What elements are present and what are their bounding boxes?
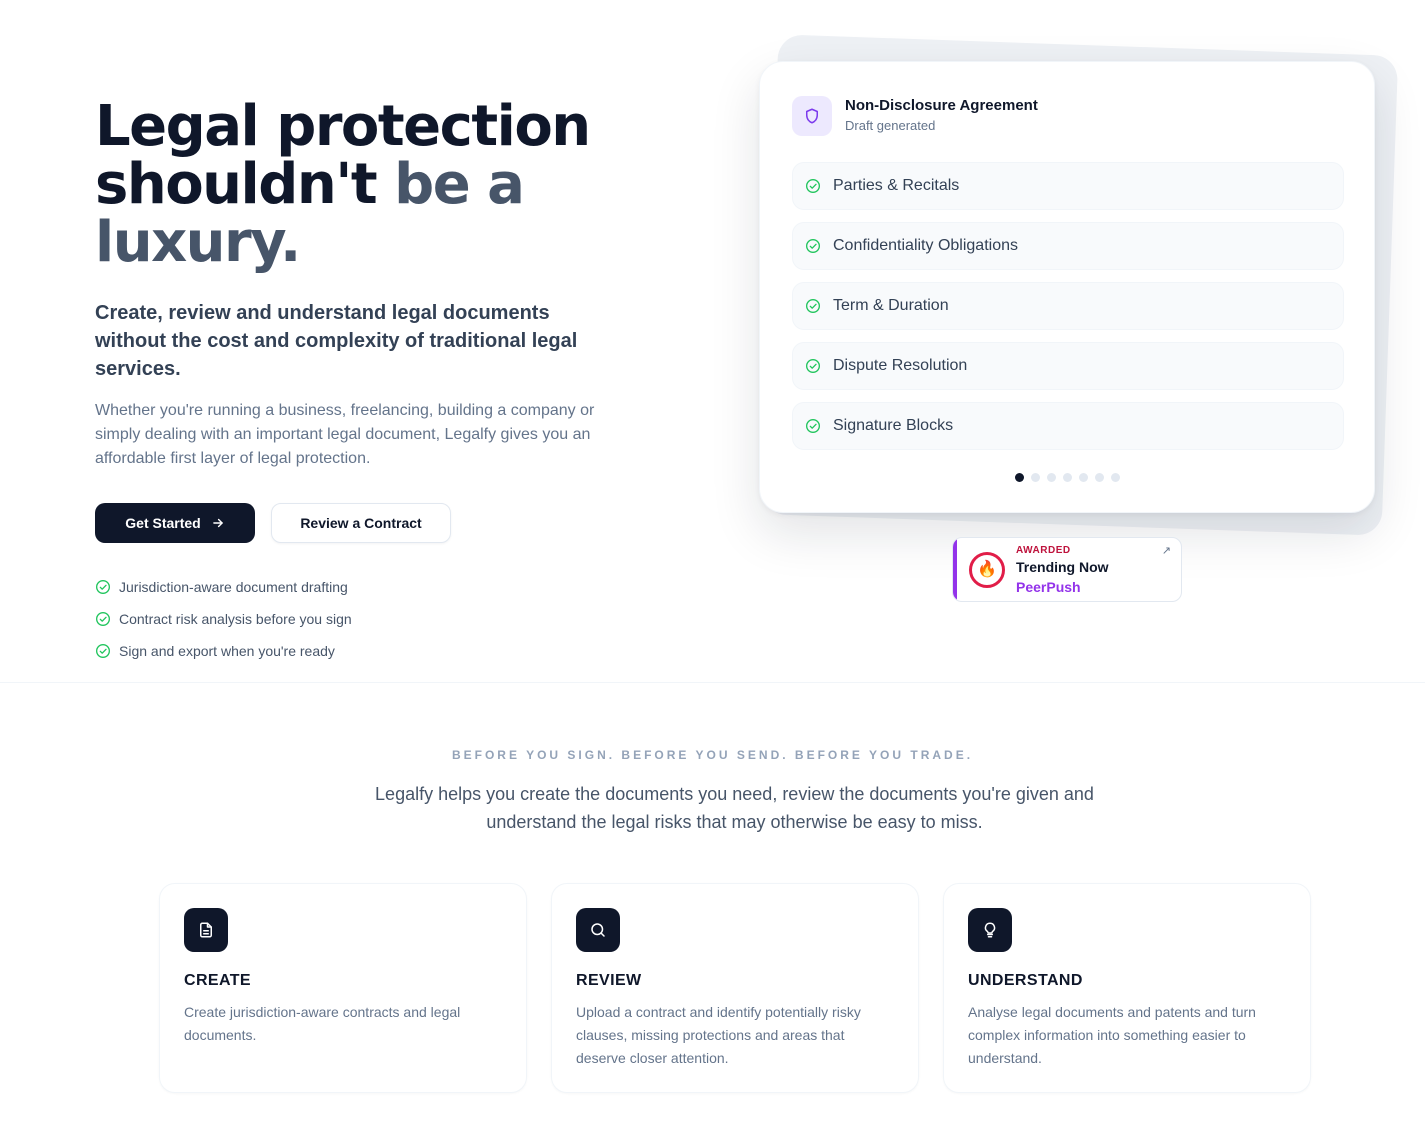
arrow-right-icon xyxy=(212,518,223,528)
check-circle-icon xyxy=(96,580,110,594)
feature-list: Jurisdiction-aware document drafting Con… xyxy=(95,577,735,661)
hero-subhead: Create, review and understand legal docu… xyxy=(95,302,578,380)
carousel-dot[interactable] xyxy=(1110,473,1120,482)
badge-title: Trending Now xyxy=(1016,559,1109,575)
section-item: Dispute Resolution xyxy=(792,342,1344,390)
feature-text: Contract risk analysis before you sign xyxy=(119,611,352,627)
feature-card-description: Upload a contract and identify potential… xyxy=(576,1004,861,1066)
hero-headline: Legal protection shouldn't be a luxury. xyxy=(95,98,735,272)
external-link-icon: ↗ xyxy=(1161,545,1171,557)
badge-label: AWARDED xyxy=(1016,545,1071,556)
check-circle-icon xyxy=(806,299,820,313)
shield-icon xyxy=(806,108,818,124)
hero-content: Legal protection shouldn't be a luxury. … xyxy=(95,98,735,661)
section-label: Confidentiality Obligations xyxy=(833,237,1018,254)
carousel-dot[interactable] xyxy=(1094,473,1104,482)
carousel-dot[interactable] xyxy=(1062,473,1072,482)
get-started-label: Get Started xyxy=(125,515,201,531)
check-circle-icon xyxy=(96,612,110,626)
feature-card-description: Analyse legal documents and patents and … xyxy=(968,1004,1256,1066)
section-label: Term & Duration xyxy=(833,297,949,314)
check-circle-icon xyxy=(806,179,820,193)
section-item: Term & Duration xyxy=(792,282,1344,330)
feature-text: Jurisdiction-aware document drafting xyxy=(119,579,348,595)
document-icon xyxy=(184,908,228,952)
card-header: Non-Disclosure Agreement Draft generated xyxy=(792,96,1038,136)
hero-buttons: Get Started Review a Contract xyxy=(95,503,735,543)
feature-card-title: CREATE xyxy=(184,972,251,989)
feature-cards: CREATE Create jurisdiction-aware contrac… xyxy=(159,883,1311,1093)
section-label: Parties & Recitals xyxy=(833,177,960,194)
carousel-dot[interactable] xyxy=(1014,473,1024,482)
headline-line-1: Legal protection xyxy=(95,94,591,159)
fire-icon: 🔥 xyxy=(969,552,1005,588)
feature-card-understand: UNDERSTAND Analyse legal documents and p… xyxy=(943,883,1311,1093)
shield-icon-box xyxy=(792,96,832,136)
feature-card-title: UNDERSTAND xyxy=(968,972,1083,989)
feature-card-description: Create jurisdiction-aware contracts and … xyxy=(184,1004,461,1043)
check-circle-icon xyxy=(806,239,820,253)
section-label: Signature Blocks xyxy=(833,417,954,434)
headline-dark: shouldn't xyxy=(95,152,378,217)
section-list: Parties & Recitals Confidentiality Oblig… xyxy=(792,162,1344,450)
section-lead: Legalfy helps you create the documents y… xyxy=(375,784,1094,832)
peerpush-badge[interactable]: 🔥 AWARDED Trending Now PeerPush ↗ xyxy=(952,537,1182,602)
card-subtitle: Draft generated xyxy=(845,118,936,133)
feature-item: Sign and export when you're ready xyxy=(95,641,735,661)
carousel-dots xyxy=(760,473,1374,482)
document-preview-card: Non-Disclosure Agreement Draft generated… xyxy=(759,61,1375,513)
feature-text: Sign and export when you're ready xyxy=(119,643,335,659)
badge-accent-bar xyxy=(953,538,957,601)
search-icon xyxy=(576,908,620,952)
lightbulb-icon xyxy=(968,908,1012,952)
feature-card-review: REVIEW Upload a contract and identify po… xyxy=(551,883,919,1093)
check-circle-icon xyxy=(96,644,110,658)
feature-item: Contract risk analysis before you sign xyxy=(95,609,735,629)
feature-item: Jurisdiction-aware document drafting xyxy=(95,577,735,597)
get-started-button[interactable]: Get Started xyxy=(95,503,255,543)
check-circle-icon xyxy=(806,359,820,373)
section-divider xyxy=(0,682,1425,683)
section-item: Parties & Recitals xyxy=(792,162,1344,210)
carousel-dot[interactable] xyxy=(1078,473,1088,482)
check-circle-icon xyxy=(806,419,820,433)
section-item: Signature Blocks xyxy=(792,402,1344,450)
hero-body: Whether you're running a business, freel… xyxy=(95,402,595,467)
carousel-dot[interactable] xyxy=(1046,473,1056,482)
review-contract-label: Review a Contract xyxy=(300,515,422,531)
feature-card-create: CREATE Create jurisdiction-aware contrac… xyxy=(159,883,527,1093)
section-kicker: BEFORE YOU SIGN. BEFORE YOU SEND. BEFORE… xyxy=(451,748,974,762)
section-label: Dispute Resolution xyxy=(833,357,968,374)
carousel-dot[interactable] xyxy=(1030,473,1040,482)
section-item: Confidentiality Obligations xyxy=(792,222,1344,270)
card-title: Non-Disclosure Agreement xyxy=(845,97,1038,114)
feature-card-title: REVIEW xyxy=(576,972,642,989)
badge-brand: PeerPush xyxy=(1016,579,1081,595)
review-contract-button[interactable]: Review a Contract xyxy=(271,503,451,543)
hero-section: Legal protection shouldn't be a luxury. … xyxy=(0,0,1425,682)
